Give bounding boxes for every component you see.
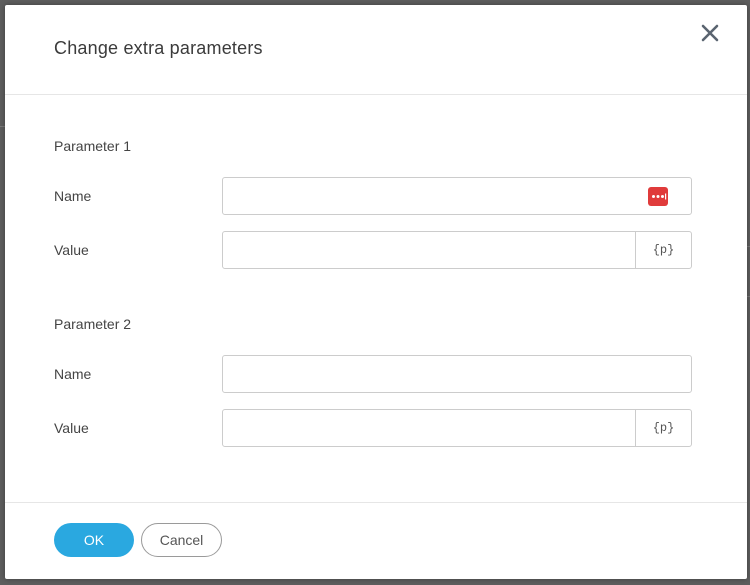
parameter-2-value-field: {p} xyxy=(222,409,692,447)
parameter-1-insert-parameter-button[interactable]: {p} xyxy=(635,232,691,268)
parameter-2-value-input[interactable] xyxy=(223,410,637,446)
parameter-2-name-label: Name xyxy=(54,366,92,382)
parameter-1-heading: Parameter 1 xyxy=(54,138,132,154)
dialog-header: Change extra parameters xyxy=(5,5,747,95)
password-manager-icon[interactable] xyxy=(648,187,668,206)
close-button[interactable] xyxy=(699,22,721,44)
parameter-2-name-input[interactable] xyxy=(223,356,643,392)
dialog-title: Change extra parameters xyxy=(54,38,263,58)
parameter-2-name-field xyxy=(222,355,692,393)
parameter-1-name-field xyxy=(222,177,692,215)
parameter-1-name-label: Name xyxy=(54,188,92,204)
parameter-1-value-label: Value xyxy=(54,242,89,258)
parameter-1-value-input[interactable] xyxy=(223,232,637,268)
parameter-2-heading: Parameter 2 xyxy=(54,316,132,332)
parameter-2-insert-parameter-button[interactable]: {p} xyxy=(635,410,691,446)
parameter-2-value-label: Value xyxy=(54,420,89,436)
ok-button[interactable]: OK xyxy=(54,523,134,557)
cancel-button[interactable]: Cancel xyxy=(141,523,222,557)
dialog-footer: OK Cancel xyxy=(5,502,747,579)
parameter-1-value-field: {p} xyxy=(222,231,692,269)
change-extra-parameters-dialog: Change extra parameters Parameter 1 Name… xyxy=(5,5,747,579)
close-icon xyxy=(701,24,719,42)
parameter-1-name-input[interactable] xyxy=(223,178,643,214)
